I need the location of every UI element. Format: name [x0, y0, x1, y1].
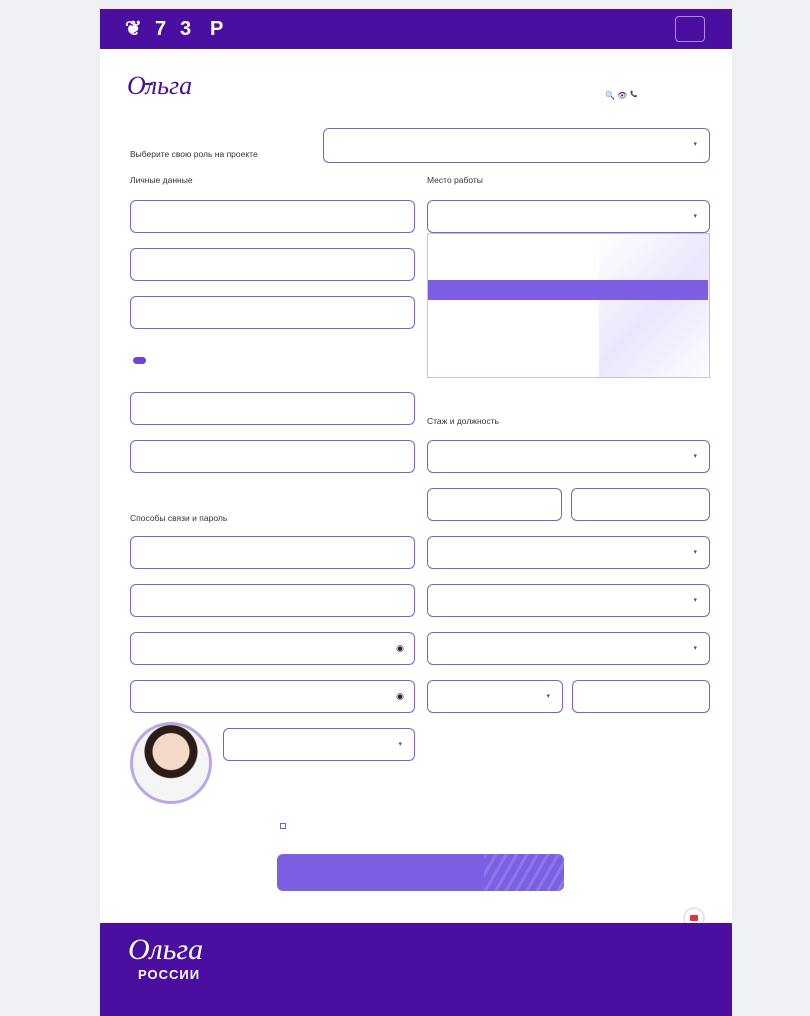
section-contacts: Способы связи и пароль: [130, 513, 228, 523]
search-icon[interactable]: 🔍 👁: [605, 91, 627, 100]
role-label: Выберите свою роль на проекте: [130, 149, 258, 159]
logo-script: Ольга: [127, 71, 193, 100]
birthdate-field[interactable]: [130, 392, 415, 425]
footer: Ольга РОССИИ: [100, 923, 732, 1016]
subject-select[interactable]: ▾: [427, 584, 710, 617]
role-select[interactable]: ▾: [323, 128, 710, 163]
email-field[interactable]: [130, 584, 415, 617]
region-select[interactable]: ▾: [427, 200, 710, 233]
dropdown-option[interactable]: [428, 324, 708, 344]
dropdown-option[interactable]: [428, 346, 708, 366]
phone-field[interactable]: [130, 536, 415, 569]
password-confirm-field[interactable]: ◉: [130, 680, 415, 713]
checkbox[interactable]: [280, 822, 286, 829]
consent-checkbox[interactable]: [280, 822, 540, 830]
work-start-date-field[interactable]: [427, 488, 562, 521]
eye-icon[interactable]: ◉: [396, 643, 404, 654]
chevron-down-icon: ▾: [546, 693, 550, 700]
chevron-down-icon: ▾: [398, 741, 402, 748]
chevron-down-icon: ▾: [693, 141, 697, 148]
avatar-select[interactable]: ▾: [223, 728, 415, 761]
position-select[interactable]: ▾: [427, 440, 710, 473]
page: ❦ 7 3 P Ольга 🔍 👁 📞 Выберите свою роль н…: [100, 9, 732, 1016]
footer-logo-russia: РОССИИ: [138, 967, 201, 982]
dropdown-option[interactable]: [428, 239, 708, 259]
patronymic-field[interactable]: [130, 296, 415, 329]
dropdown-menu: [427, 233, 710, 378]
category-select[interactable]: ▾: [427, 536, 710, 569]
hours-field[interactable]: [572, 680, 710, 713]
total-start-date-field[interactable]: [571, 488, 710, 521]
chevron-down-icon: ▾: [693, 549, 697, 556]
submit-button[interactable]: [277, 854, 564, 891]
ministry-logo-icon[interactable]: ❦: [125, 17, 142, 41]
rank-select[interactable]: ▾: [427, 632, 710, 665]
top-bar-badge[interactable]: [675, 16, 705, 42]
header-phone[interactable]: 📞: [630, 91, 637, 98]
snils-field[interactable]: [130, 440, 415, 473]
dropdown-option-selected[interactable]: [428, 280, 708, 300]
partner-logo-p-icon[interactable]: P: [210, 17, 223, 41]
top-bar: ❦ 7 3 P: [100, 9, 732, 49]
partner-logo-3-icon[interactable]: 3: [180, 17, 191, 41]
section-work: Место работы: [427, 175, 483, 185]
logo-box: [145, 83, 153, 85]
site-logo[interactable]: Ольга: [127, 71, 213, 111]
last-name-field[interactable]: [130, 200, 415, 233]
chevron-down-icon: ▾: [693, 213, 697, 220]
dropdown-option[interactable]: [428, 259, 708, 279]
dropdown-option[interactable]: [428, 302, 708, 322]
first-name-field[interactable]: [130, 248, 415, 281]
chevron-down-icon: ▾: [693, 645, 697, 652]
avatar[interactable]: [130, 722, 212, 804]
chevron-down-icon: ▾: [693, 453, 697, 460]
submit-decoration: [484, 854, 564, 891]
chevron-down-icon: ▾: [693, 597, 697, 604]
toggle-switch[interactable]: [133, 357, 146, 364]
eye-icon[interactable]: ◉: [396, 691, 404, 702]
section-personal: Личные данные: [130, 175, 193, 185]
partner-logo-7-icon[interactable]: 7: [155, 17, 166, 41]
password-field[interactable]: ◉: [130, 632, 415, 665]
org-type-select[interactable]: ▾: [427, 680, 563, 713]
section-experience: Стаж и должность: [427, 416, 499, 426]
gender-toggle[interactable]: [131, 357, 148, 364]
footer-logo-script[interactable]: Ольга: [128, 933, 203, 967]
